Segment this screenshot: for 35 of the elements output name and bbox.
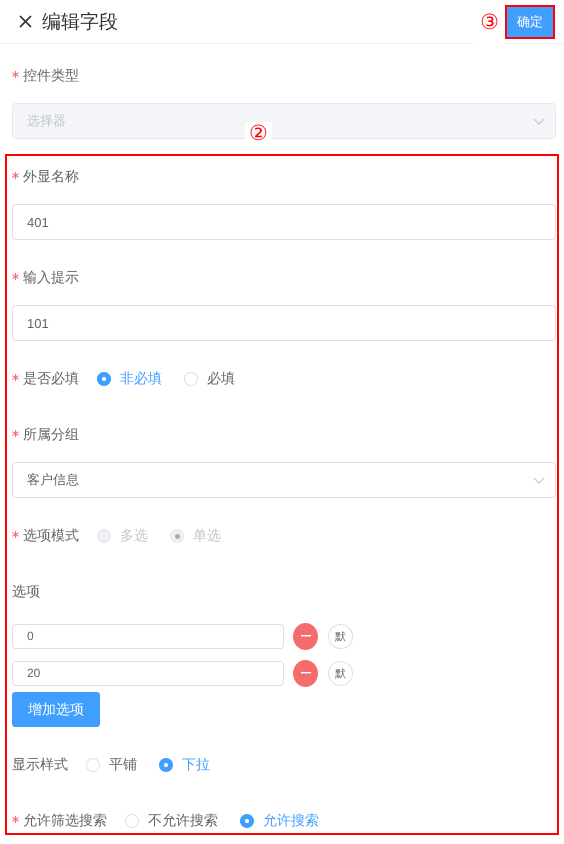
- minus-icon: [300, 672, 310, 674]
- radio-label: 非必填: [120, 370, 162, 388]
- input-field[interactable]: 20: [12, 660, 284, 686]
- remove-button[interactable]: [293, 622, 318, 650]
- field-label: 选项模式: [23, 527, 79, 545]
- radio-label: 允许搜索: [263, 812, 319, 830]
- radio-button[interactable]: [159, 758, 173, 772]
- field-label: 外显名称: [23, 168, 79, 186]
- radio-label: 不允许搜索: [148, 812, 218, 830]
- radio-button[interactable]: [240, 814, 254, 828]
- chevron-icon: [533, 118, 545, 124]
- radio-label: 下拉: [182, 756, 210, 774]
- input-field[interactable]: 101: [12, 305, 556, 341]
- field-label: 是否必填: [23, 370, 79, 388]
- default-button[interactable]: 默: [328, 660, 353, 686]
- radio-label: 单选: [193, 527, 221, 545]
- radio-label: 多选: [120, 527, 148, 545]
- field-label: 选项: [12, 583, 40, 601]
- field-label: 允许筛选搜索: [23, 812, 107, 830]
- select-field[interactable]: 客户信息: [12, 462, 556, 498]
- radio-label: 平铺: [109, 756, 137, 774]
- minus-icon: [300, 635, 310, 637]
- chevron-icon: [533, 476, 545, 484]
- radio-button[interactable]: [97, 372, 111, 386]
- field-label: 显示样式: [12, 756, 68, 774]
- page-title: 编辑字段: [42, 10, 118, 34]
- field-label: 输入提示: [23, 269, 79, 287]
- field-label: 所属分组: [23, 426, 79, 444]
- field-label: 控件类型: [23, 67, 79, 85]
- input-field[interactable]: 401: [12, 204, 556, 240]
- close-icon[interactable]: [19, 15, 32, 28]
- input-field[interactable]: 0: [12, 624, 284, 648]
- remove-button[interactable]: [293, 660, 318, 686]
- default-button[interactable]: 默: [328, 624, 353, 648]
- radio-label: 必填: [207, 370, 235, 388]
